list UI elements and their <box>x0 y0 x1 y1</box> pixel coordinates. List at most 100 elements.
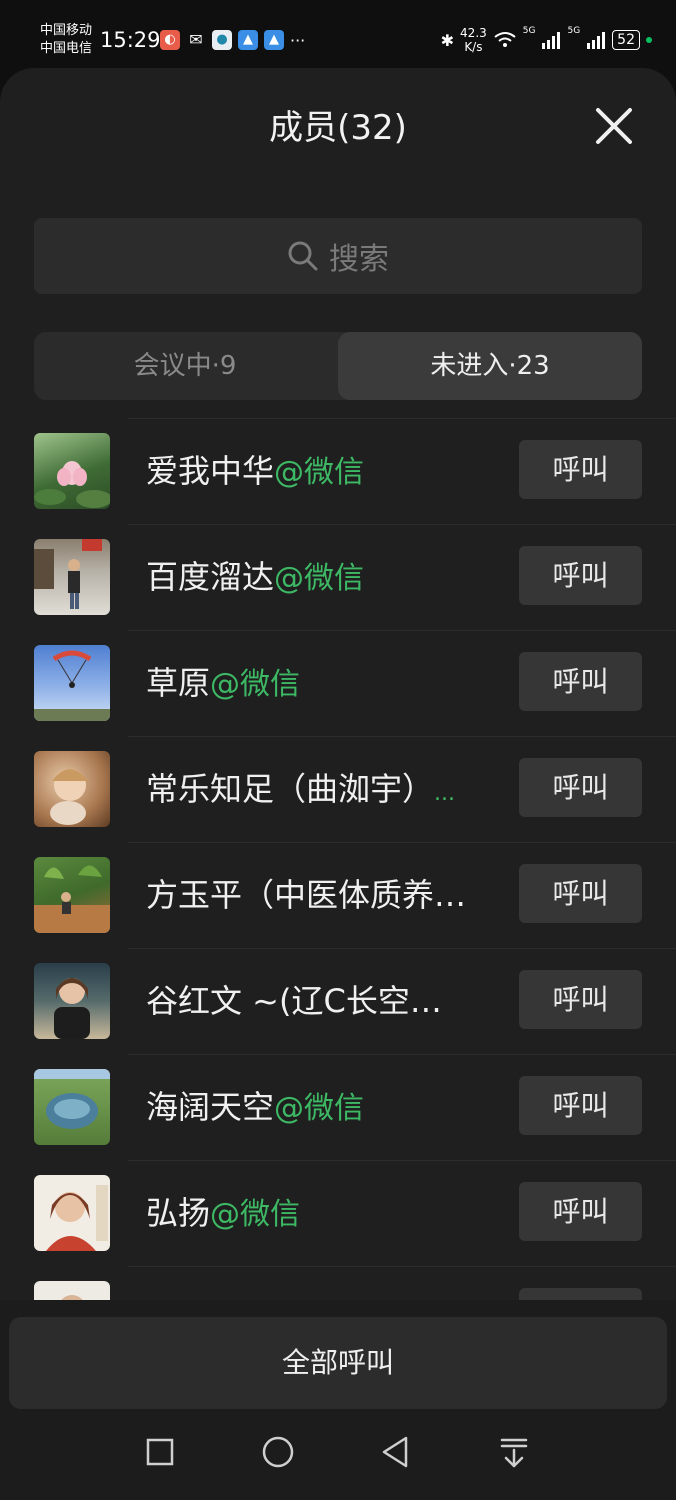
member-name-text: 常乐知足（曲洳宇） <box>146 770 435 808</box>
wechat-icon: ✉ <box>186 30 206 50</box>
search-icon <box>288 241 318 271</box>
page-title: 成员(32) <box>269 108 407 148</box>
status-right: ✱ 42.3 K/s 5G 5G 52 <box>441 26 652 54</box>
bottom-bar: 全部呼叫 <box>0 1300 676 1500</box>
divider <box>128 842 676 843</box>
member-source: @微信 <box>210 667 301 702</box>
avatar[interactable] <box>34 1175 110 1251</box>
signal-label-1: 5G <box>522 26 536 36</box>
member-name: 常乐知足（曲洳宇）... <box>146 766 484 817</box>
avatar[interactable] <box>34 539 110 615</box>
call-button[interactable]: 呼叫 <box>519 652 642 711</box>
net-speed-value: 42.3 <box>460 26 487 40</box>
list-item: 弘扬@微信 呼叫 <box>0 1160 676 1266</box>
wifi-icon <box>494 32 516 47</box>
nav-menu-icon[interactable] <box>484 1422 544 1482</box>
avatar[interactable] <box>34 751 110 827</box>
member-source: @微信 <box>210 1197 301 1232</box>
member-source: @微信 <box>274 1091 365 1126</box>
list-item: 常乐知足（曲洳宇）... 呼叫 <box>0 736 676 842</box>
call-button[interactable]: 呼叫 <box>519 1076 642 1135</box>
bluetooth-icon: ✱ <box>440 30 455 50</box>
call-button[interactable]: 呼叫 <box>519 440 642 499</box>
message-icon: ● <box>212 30 232 50</box>
carrier-2: 中国电信 <box>40 41 93 56</box>
member-source: ... <box>434 781 455 806</box>
notification-icons: ◐ ✉ ● ▲ ▲ ··· <box>160 30 305 50</box>
search-placeholder: 搜索 <box>329 242 389 277</box>
members-sheet: 成员(32) 搜索 会议中·9 未进入·23 爱我中华@微信 呼叫 百度溜达@微… <box>0 68 676 1500</box>
member-name: 爱我中华@微信 <box>146 448 484 496</box>
call-all-button[interactable]: 全部呼叫 <box>9 1317 667 1409</box>
list-item: 百度溜达@微信 呼叫 <box>0 524 676 630</box>
member-name: 海阔天空@微信 <box>146 1084 484 1132</box>
member-name: 百度溜达@微信 <box>146 554 484 602</box>
member-name: 方玉平（中医体质养… <box>146 872 484 918</box>
divider <box>128 948 676 949</box>
member-tabs: 会议中·9 未进入·23 <box>34 332 642 400</box>
nav-square-icon[interactable] <box>130 1422 190 1482</box>
search-input[interactable]: 搜索 <box>34 218 642 294</box>
avatar[interactable] <box>34 857 110 933</box>
tab-not-joined[interactable]: 未进入·23 <box>338 332 642 400</box>
net-speed-unit: K/s <box>464 40 483 54</box>
close-icon[interactable] <box>592 104 636 148</box>
signal-icon-1 <box>542 32 561 49</box>
net-speed: 42.3 K/s <box>460 26 487 54</box>
avatar[interactable] <box>34 963 110 1039</box>
avatar[interactable] <box>34 1281 110 1300</box>
call-button[interactable] <box>519 1288 642 1300</box>
divider <box>128 1160 676 1161</box>
member-name-text: 方玉平（中医体质养… <box>146 876 467 914</box>
nav-circle-icon[interactable] <box>248 1422 308 1482</box>
system-nav-bar <box>0 1422 676 1500</box>
person-picture <box>34 539 102 609</box>
portrait-picture <box>46 1185 108 1251</box>
garden-picture <box>34 865 110 933</box>
lotus-picture <box>34 461 110 508</box>
signal-icon-2 <box>587 32 606 49</box>
list-item: 爱我中华@微信 呼叫 <box>0 418 676 524</box>
member-source: @微信 <box>274 561 365 596</box>
call-button[interactable]: 呼叫 <box>519 970 642 1029</box>
list-item: 方玉平（中医体质养… 呼叫 <box>0 842 676 948</box>
child-picture <box>50 769 88 825</box>
list-item: 谷红文 ~(辽C长空… 呼叫 <box>0 948 676 1054</box>
signal-label-2: 5G <box>567 26 581 36</box>
call-button[interactable]: 呼叫 <box>519 758 642 817</box>
avatar[interactable] <box>34 645 110 721</box>
member-name-text: 谷红文 ~(辽C长空… <box>146 982 442 1020</box>
woman-picture <box>54 978 90 1039</box>
list-item: 海阔天空@微信 呼叫 <box>0 1054 676 1160</box>
member-name-text: 百度溜达 <box>146 558 275 596</box>
partial-portrait-picture <box>61 1295 83 1300</box>
divider <box>128 1266 676 1267</box>
divider <box>128 1054 676 1055</box>
divider <box>128 418 676 419</box>
member-name-text: 海阔天空 <box>146 1088 275 1126</box>
member-list: 爱我中华@微信 呼叫 百度溜达@微信 呼叫 草原@微信 呼叫 常乐知足（曲洳宇）… <box>0 418 676 1300</box>
member-name-text: 草原 <box>146 664 211 702</box>
member-name-text: 弘扬 <box>146 1194 211 1232</box>
divider <box>128 524 676 525</box>
call-button[interactable]: 呼叫 <box>519 864 642 923</box>
divider <box>128 736 676 737</box>
weibo-icon: ◐ <box>160 30 180 50</box>
avatar[interactable] <box>34 433 110 509</box>
carrier-1: 中国移动 <box>40 23 93 38</box>
app-notify-icon-2: ▲ <box>264 30 284 50</box>
call-button[interactable]: 呼叫 <box>519 546 642 605</box>
battery-icon: 52 <box>612 30 640 50</box>
member-name: 弘扬@微信 <box>146 1190 484 1238</box>
privacy-dot-icon <box>646 37 652 43</box>
list-item <box>0 1266 676 1300</box>
member-name: 谷红文 ~(辽C长空… <box>146 978 484 1024</box>
member-name-text: 爱我中华 <box>146 452 275 490</box>
divider <box>128 630 676 631</box>
carrier-names: 中国移动 中国电信 <box>40 22 92 58</box>
tab-in-meeting[interactable]: 会议中·9 <box>34 332 336 400</box>
lake-picture <box>34 1069 110 1129</box>
avatar[interactable] <box>34 1069 110 1145</box>
call-button[interactable]: 呼叫 <box>519 1182 642 1241</box>
nav-back-icon[interactable] <box>366 1422 426 1482</box>
